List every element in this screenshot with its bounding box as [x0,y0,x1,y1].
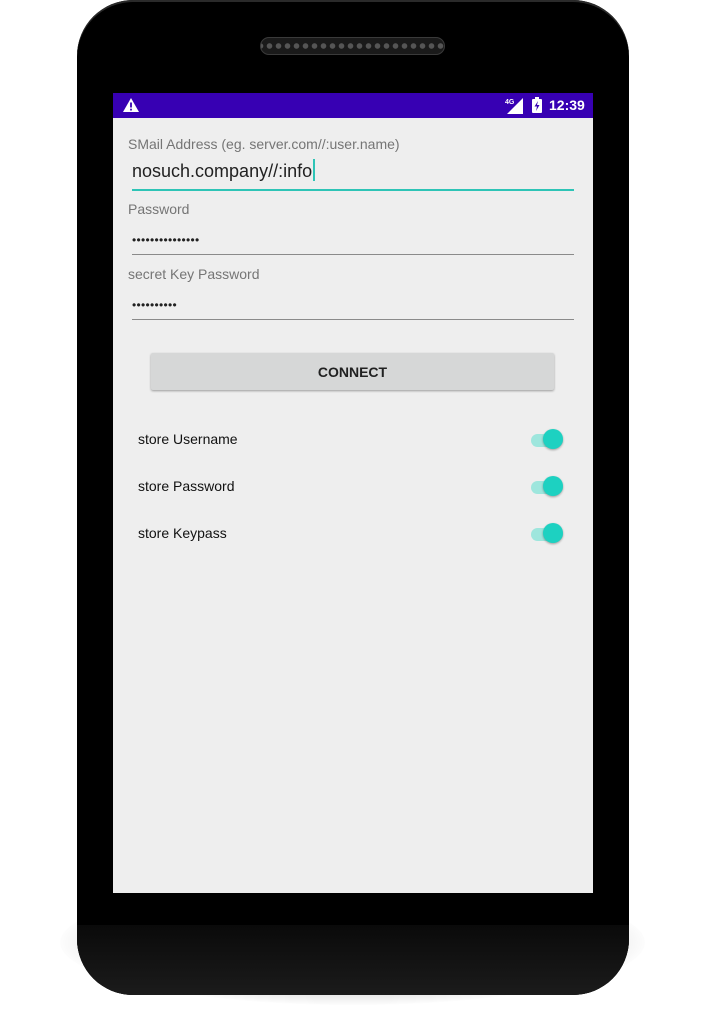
connect-button[interactable]: CONNECT [151,353,554,390]
switch-thumb [543,429,563,449]
email-field-value: nosuch.company//:info [132,159,316,182]
email-field[interactable]: nosuch.company//:info [132,155,574,191]
battery-charging-icon [532,97,542,113]
store-keypass-row: store Keypass [138,519,568,549]
store-keypass-switch[interactable] [531,522,565,546]
keypass-label: secret Key Password [128,266,260,282]
connect-button-label: CONNECT [317,363,388,380]
keypass-field-value: •••••••••• [132,298,178,312]
switch-thumb [543,523,563,543]
password-label: Password [128,201,190,217]
store-password-switch[interactable] [531,475,565,499]
password-field[interactable]: ••••••••••••••• [132,219,574,255]
store-username-row: store Username [138,425,568,455]
status-clock: 12:39 [549,97,585,113]
store-keypass-label: store Keypass [138,525,227,541]
signal-4g-icon: 4G [505,98,523,114]
warning-icon [123,98,139,112]
speaker-grille [260,37,445,55]
switch-thumb [543,476,563,496]
phone-chin [77,925,629,995]
network-type-label: 4G [505,99,515,106]
store-password-label: store Password [138,478,235,494]
email-label: SMail Address (eg. server.com//:user.nam… [128,136,400,152]
password-field-value: ••••••••••••••• [132,233,200,247]
store-username-switch[interactable] [531,428,565,452]
text-cursor [313,159,316,181]
app-screen: 4G 12:39 SMail Address (eg. server.com//… [113,93,593,893]
store-password-row: store Password [138,472,568,502]
status-bar: 4G 12:39 [113,93,593,118]
keypass-field[interactable]: •••••••••• [132,284,574,320]
store-username-label: store Username [138,431,238,447]
